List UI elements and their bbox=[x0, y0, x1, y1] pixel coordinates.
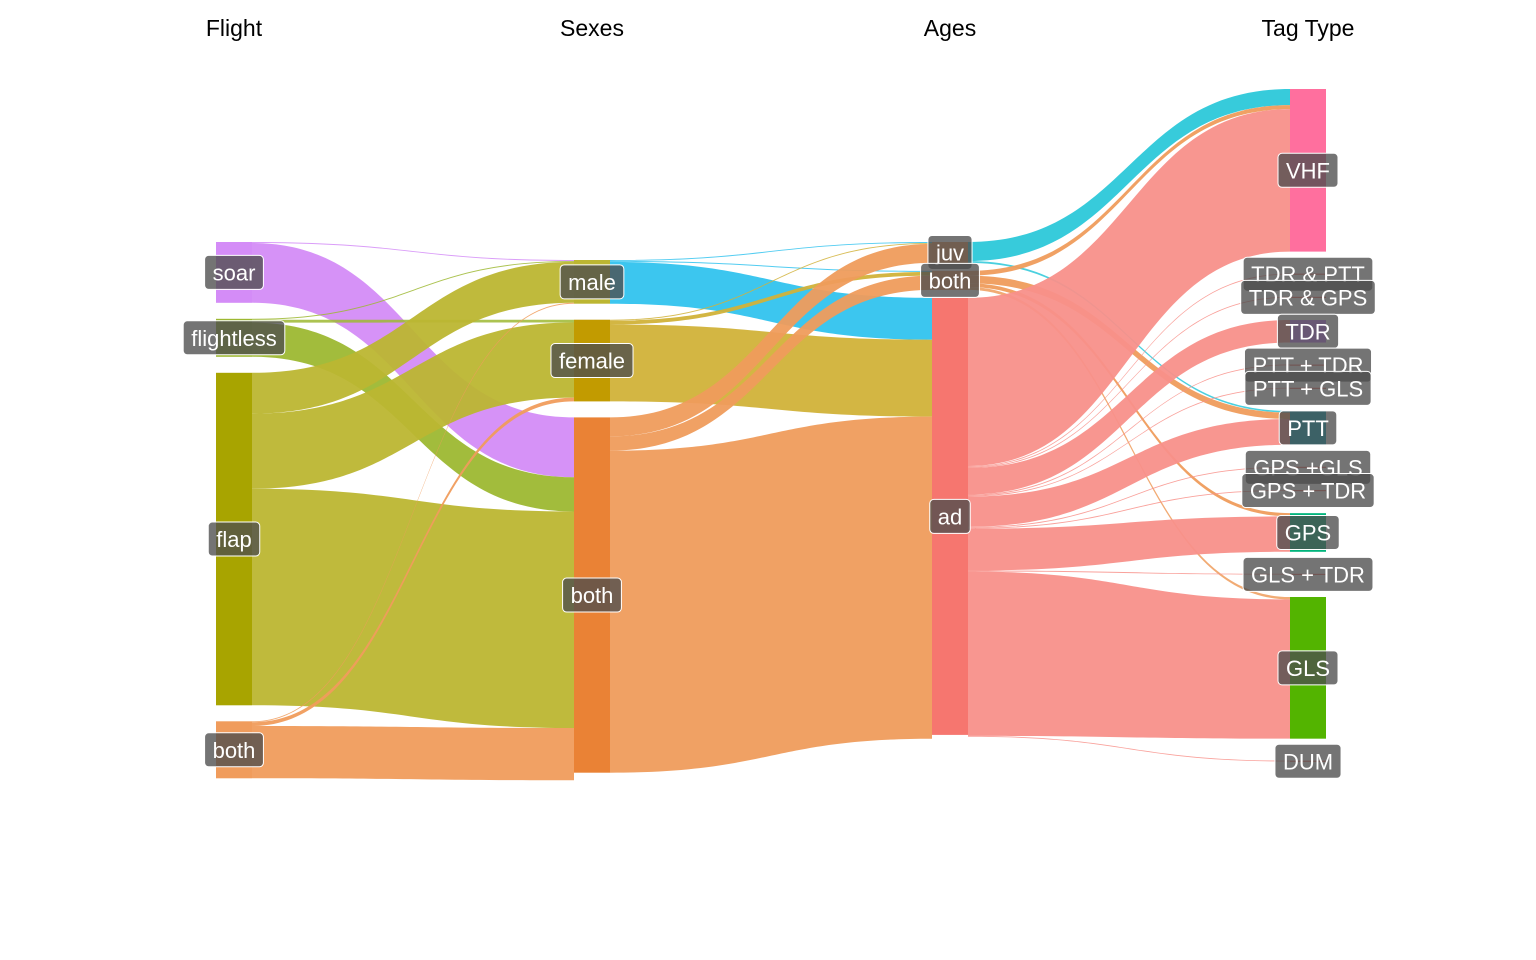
node-label-flight-soar: soar bbox=[204, 254, 264, 290]
link-flight-both-to-both bbox=[252, 726, 574, 781]
node-label-ages-both: both bbox=[920, 262, 980, 298]
node-label-tag-ptt: PTT bbox=[1278, 410, 1338, 446]
node-label-sexes-female: female bbox=[550, 343, 634, 379]
link-ages-ad-to-dum bbox=[968, 735, 1290, 762]
axis-title-ages: Ages bbox=[924, 15, 976, 41]
node-label-text-ages-juv: juv bbox=[935, 240, 964, 265]
axis-title-tag-type: Tag Type bbox=[1262, 15, 1355, 41]
node-label-flight-both: both bbox=[204, 732, 264, 768]
node-label-text-tag-ptt: PTT bbox=[1287, 416, 1329, 441]
node-label-text-sexes-both: both bbox=[571, 583, 614, 608]
link-ages-ad-to-gps bbox=[968, 516, 1290, 571]
link-ages-ad-to-gls bbox=[968, 571, 1290, 739]
node-label-ages-ad: ad bbox=[929, 498, 971, 534]
node-label-text-ages-ad: ad bbox=[938, 504, 962, 529]
link-sexes-both-to-ad bbox=[610, 416, 932, 773]
node-label-text-tag-tdr_gps: TDR & GPS bbox=[1249, 285, 1368, 310]
node-label-text-flight-flightless: flightless bbox=[191, 326, 277, 351]
node-label-flight-flap: flap bbox=[207, 521, 261, 557]
axis-titles: Flight Sexes Ages Tag Type bbox=[206, 15, 1355, 41]
node-label-text-sexes-male: male bbox=[568, 270, 616, 295]
node-label-tag-gps_tdr: GPS + TDR bbox=[1241, 473, 1375, 509]
node-label-tag-ptt_gls: PTT + GLS bbox=[1244, 370, 1372, 406]
node-label-text-tag-vhf: VHF bbox=[1286, 158, 1330, 183]
node-label-text-tag-dum: DUM bbox=[1283, 749, 1333, 774]
axis-title-sexes: Sexes bbox=[560, 15, 624, 41]
node-label-text-tag-gps: GPS bbox=[1285, 520, 1331, 545]
node-label-text-tag-gls_tdr: GLS + TDR bbox=[1251, 562, 1365, 587]
node-label-tag-tdr: TDR bbox=[1276, 313, 1340, 349]
node-label-tag-dum: DUM bbox=[1274, 743, 1342, 779]
node-label-tag-gls: GLS bbox=[1277, 650, 1339, 686]
node-label-sexes-male: male bbox=[559, 264, 625, 300]
axis-title-flight: Flight bbox=[206, 15, 263, 41]
node-label-sexes-both: both bbox=[562, 577, 622, 613]
node-label-tag-gps: GPS bbox=[1276, 514, 1340, 550]
sankey-diagram: soar flightless flap both male female both juv b… bbox=[182, 15, 1376, 781]
node-label-text-sexes-female: female bbox=[559, 349, 625, 374]
node-label-tag-tdr_gps: TDR & GPS bbox=[1240, 279, 1376, 315]
node-label-flight-flightless: flightless bbox=[182, 320, 286, 356]
node-label-text-tag-ptt_gls: PTT + GLS bbox=[1253, 376, 1363, 401]
link-flight-flap-to-both bbox=[252, 488, 574, 729]
links-layer bbox=[252, 89, 1290, 781]
node-label-text-flight-both: both bbox=[213, 738, 256, 763]
node-label-text-flight-flap: flap bbox=[216, 527, 251, 552]
node-label-text-tag-tdr: TDR bbox=[1285, 319, 1330, 344]
node-label-tag-vhf: VHF bbox=[1277, 152, 1339, 188]
node-label-tag-gls_tdr: GLS + TDR bbox=[1242, 556, 1374, 592]
node-label-text-tag-gls: GLS bbox=[1286, 656, 1330, 681]
node-label-text-tag-gps_tdr: GPS + TDR bbox=[1250, 479, 1366, 504]
node-label-text-flight-soar: soar bbox=[213, 260, 256, 285]
node-label-text-ages-both: both bbox=[929, 268, 972, 293]
